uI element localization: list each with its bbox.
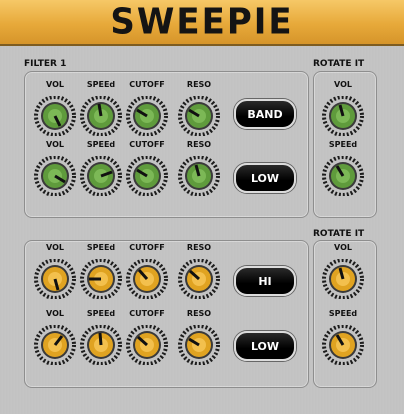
green-knob-icon <box>126 156 168 196</box>
cutoff-label: CUTOFF <box>129 309 165 318</box>
orange-knob-icon <box>126 259 168 299</box>
reso-label: RESO <box>186 140 212 149</box>
green-knob-icon <box>80 96 122 136</box>
green-knob-icon <box>322 96 364 136</box>
header-bar: SWEEPIE <box>0 0 404 46</box>
green-knob-icon <box>34 96 76 136</box>
orange-knob-icon <box>34 325 76 365</box>
orange-knob-icon <box>126 325 168 365</box>
green-knob-icon <box>34 156 76 196</box>
orange-knob-icon <box>80 325 122 365</box>
green-knob-icon <box>80 156 122 196</box>
orange-knob-icon <box>322 325 364 365</box>
reso-label: RESO <box>186 80 212 89</box>
rotate2-title: ROTATE IT <box>313 229 365 239</box>
orange-knob-icon <box>178 259 220 299</box>
cutoff-label: CUTOFF <box>129 140 165 149</box>
low-button-2[interactable]: LOW <box>234 331 296 361</box>
green-knob-icon <box>178 156 220 196</box>
reso-label: RESO <box>186 309 212 318</box>
orange-knob-icon <box>178 325 220 365</box>
orange-knob-icon <box>34 259 76 299</box>
rotate1-title: ROTATE IT <box>313 59 365 69</box>
reso-label: RESO <box>186 243 212 252</box>
low-button-1[interactable]: LOW <box>234 163 296 193</box>
vol-label: VOL <box>334 243 352 252</box>
cutoff-label: CUTOFF <box>129 243 165 252</box>
cutoff-label: CUTOFF <box>129 80 165 89</box>
green-knob-icon <box>322 156 364 196</box>
green-knob-icon <box>126 96 168 136</box>
app-title: SWEEPIE <box>110 1 294 43</box>
orange-knob-icon <box>322 259 364 299</box>
hi-button[interactable]: HI <box>234 266 296 296</box>
orange-knob-icon <box>80 259 122 299</box>
filter1-title: FILTER 1 <box>24 59 67 69</box>
speed-label: SPEEd <box>328 140 358 149</box>
vol-label: VOL <box>334 80 352 89</box>
green-knob-icon <box>178 96 220 136</box>
band-button[interactable]: BAND <box>234 99 296 129</box>
speed-label: SPEEd <box>328 309 358 318</box>
